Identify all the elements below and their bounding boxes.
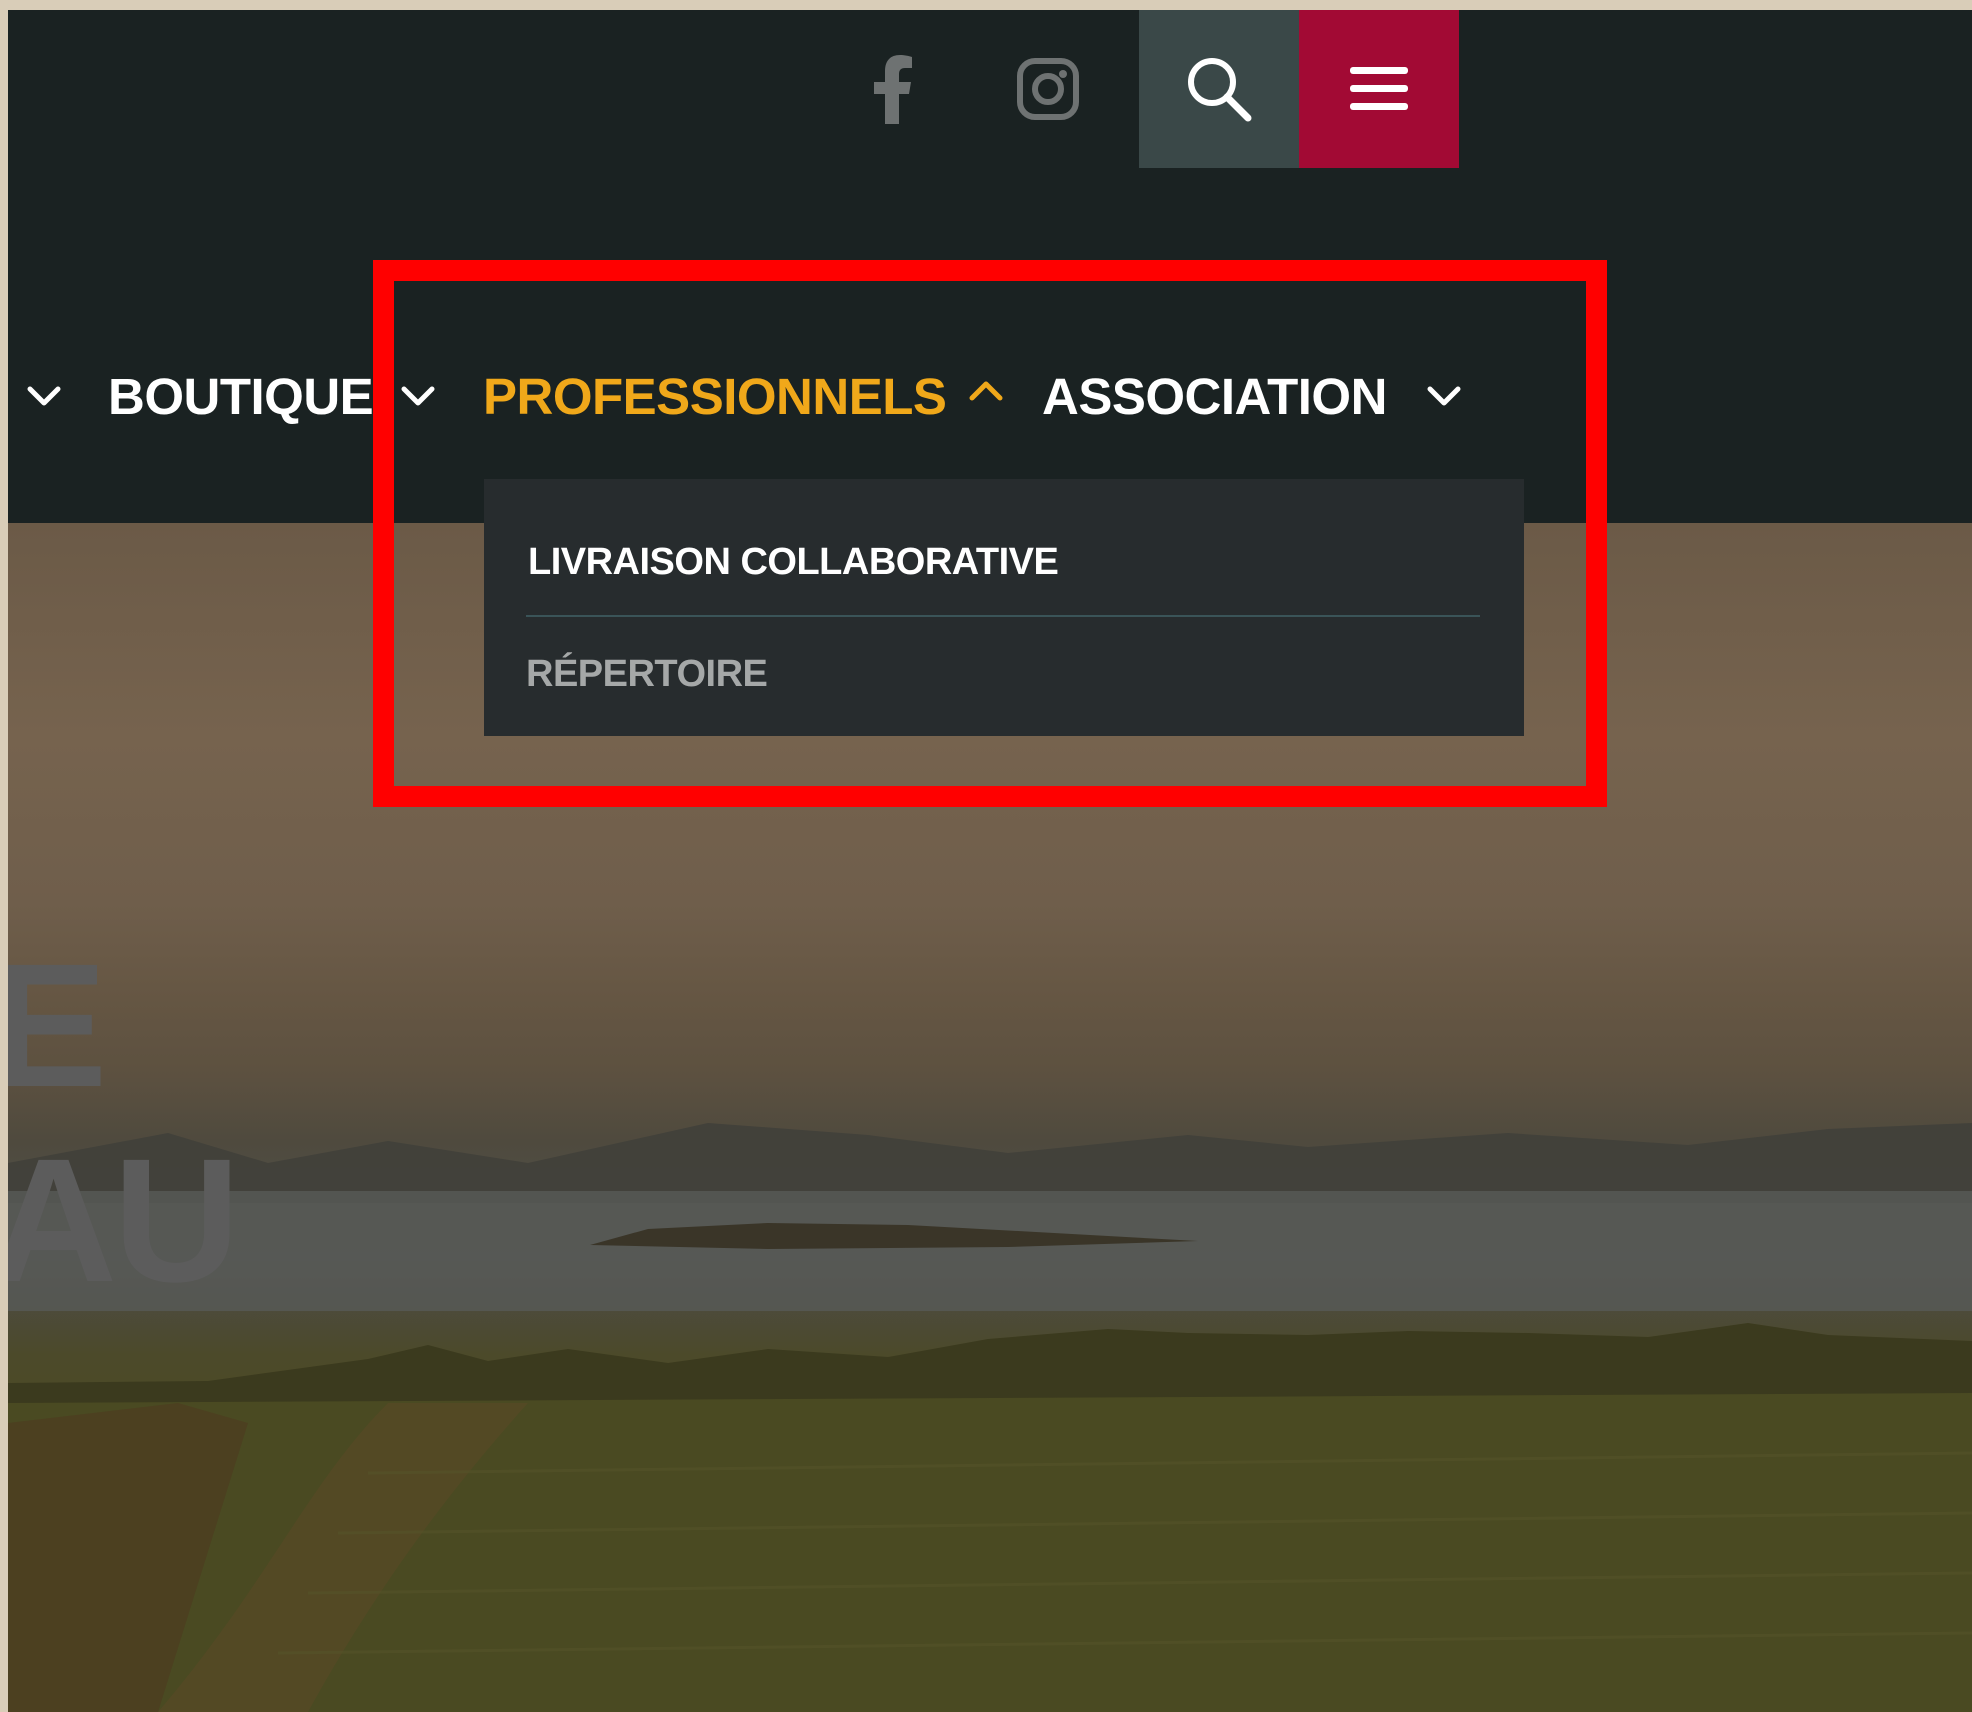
professionnels-dropdown: LIVRAISON COLLABORATIVE RÉPERTOIRE xyxy=(484,479,1524,736)
hero-heading-fragment: AU xyxy=(8,1123,240,1319)
page-frame: E AU BOUTIQUE PROFESSIONNELS ASSOCIATION… xyxy=(8,10,1972,1712)
instagram-link[interactable] xyxy=(1003,10,1093,168)
nav-item-boutique[interactable]: BOUTIQUE xyxy=(108,356,374,436)
chevron-down-icon[interactable] xyxy=(1420,372,1468,420)
hero-heading-fragment: E xyxy=(8,928,107,1124)
menu-button[interactable] xyxy=(1299,10,1459,168)
search-button[interactable] xyxy=(1139,10,1299,168)
nav-item-association[interactable]: ASSOCIATION xyxy=(1042,356,1387,436)
nav-item-professionnels[interactable]: PROFESSIONNELS xyxy=(483,356,947,436)
search-icon xyxy=(1188,58,1252,122)
dropdown-divider xyxy=(526,615,1480,617)
dropdown-item-livraison-collaborative[interactable]: LIVRAISON COLLABORATIVE xyxy=(528,541,1059,584)
chevron-up-icon[interactable] xyxy=(962,372,1010,420)
utility-bar xyxy=(8,10,1972,170)
chevron-down-icon[interactable] xyxy=(20,372,68,420)
facebook-icon xyxy=(874,55,912,124)
instagram-icon xyxy=(1017,58,1079,120)
chevron-down-icon[interactable] xyxy=(394,372,442,420)
facebook-link[interactable] xyxy=(848,10,938,168)
dropdown-item-repertoire[interactable]: RÉPERTOIRE xyxy=(526,653,768,696)
hamburger-menu-icon xyxy=(1350,67,1408,110)
